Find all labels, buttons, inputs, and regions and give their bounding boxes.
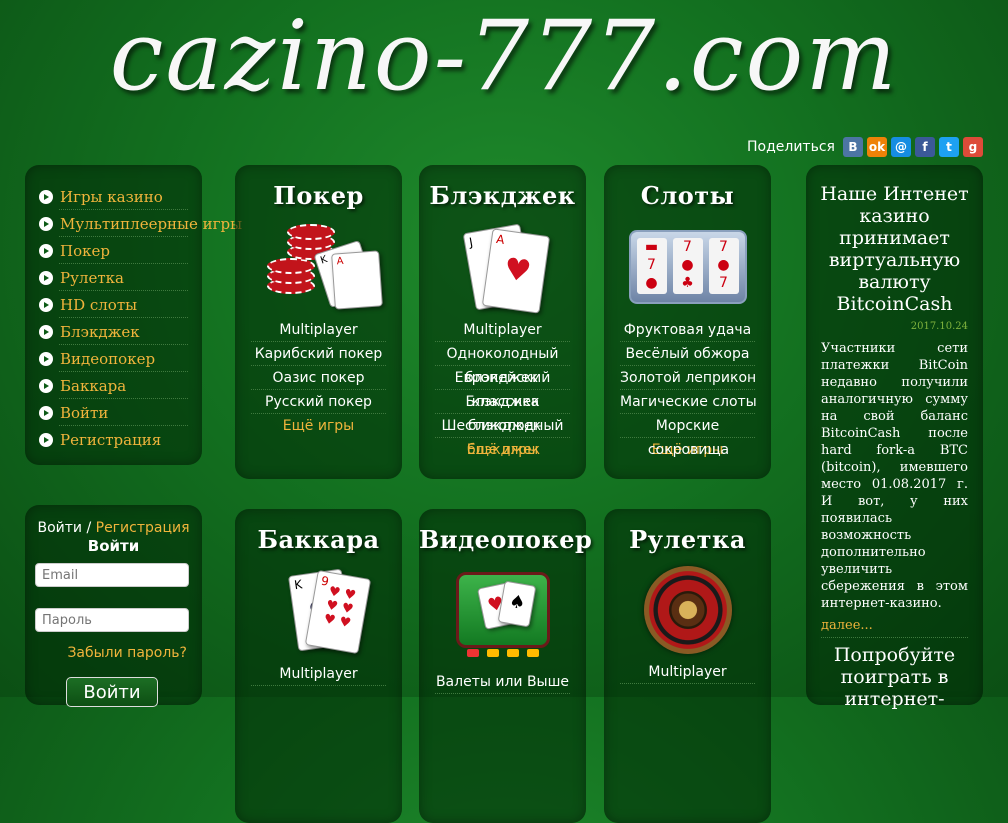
game-link[interactable]: Русский покер [251,390,386,414]
game-title[interactable]: Баккара [235,509,402,554]
login-separator: / [82,520,96,536]
game-link[interactable]: Магические слоты [620,390,757,414]
game-title[interactable]: Слоты [604,165,771,210]
sidebar-menu: Игры казино Мультиплеерные игры Покер Ру… [25,165,242,465]
read-more-link[interactable]: далее... [821,618,983,633]
login-button[interactable]: Войти [66,677,158,707]
googleplus-icon[interactable]: g [962,137,983,157]
bullet-arrow-icon [39,297,53,312]
game-link[interactable]: Multiplayer [620,660,755,684]
game-link[interactable]: Multiplayer [251,662,386,686]
game-title[interactable]: Блэкджек [419,165,586,210]
game-link-overlap[interactable]: Ещё игры сокровища [620,438,755,462]
game-title[interactable]: Рулетка [604,509,771,554]
password-field[interactable] [35,608,189,632]
game-link-overlap[interactable]: Блэкджек классика [435,390,570,414]
game-link[interactable]: Фруктовая удача [620,318,755,342]
game-link-overlap[interactable]: Европейский блэкджек [435,366,570,390]
bullet-arrow-icon [39,378,53,393]
menu-link[interactable]: Видеопокер [60,350,155,368]
game-title[interactable]: Видеопокер [419,509,592,554]
game-card-slots: Слоты ▬ 7 ● 7 ● ♣ 7 ● 7 Фруктовая удача Весёлы… [604,165,771,479]
roulette-wheel-image[interactable] [643,566,732,654]
menu-link[interactable]: Игры казино [60,188,163,206]
game-link[interactable]: блэкджек [433,366,570,390]
menu-item-hd-slots[interactable]: HD слоты [39,291,202,318]
mailru-icon[interactable]: @ [890,137,911,157]
game-link-overlap[interactable]: Ещё игры блэкджек [435,438,570,462]
game-link[interactable]: Карибский покер [251,342,386,366]
slot-machine-image[interactable]: ▬ 7 ● 7 ● ♣ 7 ● 7 [628,230,747,304]
bullet-arrow-icon [39,351,53,366]
poker-chips-image[interactable]: K A [259,224,383,310]
news-date: 2017.10.24 [910,321,968,332]
odnoklassniki-icon[interactable]: ok [866,137,887,157]
game-link[interactable]: Одноколодный [435,342,570,366]
game-card-blackjack: Блэкджек J♠ A♥ Multiplayer Одноколодный … [419,165,586,479]
menu-link[interactable]: Баккара [60,377,126,395]
menu-item-login[interactable]: Войти [39,399,202,426]
login-link[interactable]: Войти [37,520,82,536]
menu-item-multiplayer[interactable]: Мультиплеерные игры [39,210,242,237]
game-card-poker: Покер K A Multiplayer Карибский покер Оа… [235,165,402,479]
game-link[interactable]: сокровища [622,438,755,462]
bullet-arrow-icon [39,270,53,285]
login-panel: Войти / Регистрация Войти Забыли пароль?… [25,505,202,707]
bullet-arrow-icon [39,324,53,339]
game-link[interactable]: Золотой леприкон [620,366,756,390]
game-link[interactable]: Multiplayer [435,318,570,342]
news-title-2[interactable]: Попробуйте поиграть в интернет- [806,638,983,710]
menu-link[interactable]: Блэкджек [60,323,140,341]
menu-item-videopoker[interactable]: Видеопокер [39,345,202,372]
share-label: Поделиться [747,139,835,155]
bullet-arrow-icon [39,189,53,204]
share-bar: Поделиться B ok @ f t g [747,137,983,157]
menu-link[interactable]: Мультиплеерные игры [60,215,242,233]
register-link[interactable]: Регистрация [96,520,190,536]
game-card-roulette: Рулетка Multiplayer [604,509,771,823]
menu-link[interactable]: Покер [60,242,110,260]
game-link-overlap[interactable]: Шестиколодный блэкджек [435,414,570,438]
menu-item-baccarat[interactable]: Баккара [39,372,202,399]
game-link[interactable]: Валеты или Выше [435,670,570,694]
game-link[interactable]: Multiplayer [251,318,386,342]
login-title: Войти [87,537,140,555]
twitter-icon[interactable]: t [938,137,959,157]
vk-icon[interactable]: B [842,137,863,157]
menu-item-poker[interactable]: Покер [39,237,202,264]
game-link[interactable]: Оазис покер [251,366,386,390]
bullet-arrow-icon [39,243,53,258]
menu-item-register[interactable]: Регистрация [39,426,202,453]
game-link[interactable]: Весёлый обжора [620,342,755,366]
login-header: Войти / Регистрация [25,520,202,536]
menu-link[interactable]: Рулетка [60,269,124,287]
game-link[interactable]: блэкджек [439,414,570,438]
menu-link[interactable]: Войти [60,404,108,422]
site-logo[interactable]: cazino-777.com [0,8,1008,104]
menu-item-roulette[interactable]: Рулетка [39,264,202,291]
game-card-baccarat: Баккара K♚ 9♥ ♥♥ ♥♥ ♥ Multiplayer [235,509,402,823]
baccarat-cards-image[interactable]: K♚ 9♥ ♥♥ ♥♥ ♥ [259,568,379,655]
menu-link[interactable]: HD слоты [60,296,137,314]
game-link[interactable]: блэкджек [437,438,570,462]
news-title[interactable]: Наше Интенет казино принимает виртуальну… [806,165,983,315]
news-text: Участники сети платежки BitCoin недавно … [821,341,968,611]
facebook-icon[interactable]: f [914,137,935,157]
menu-link[interactable]: Регистрация [60,431,161,449]
videopoker-machine-image[interactable]: ♥ ♠ [455,572,550,657]
email-field[interactable] [35,563,189,587]
more-games-link[interactable]: Ещё игры [251,414,386,438]
menu-item-casino-games[interactable]: Игры казино [39,183,202,210]
game-title[interactable]: Покер [235,165,402,210]
bullet-arrow-icon [39,432,53,447]
bullet-arrow-icon [39,216,53,231]
menu-item-blackjack[interactable]: Блэкджек [39,318,202,345]
game-link[interactable]: Морские [620,414,755,438]
bullet-arrow-icon [39,405,53,420]
news-panel: Наше Интенет казино принимает виртуальну… [806,165,983,710]
forgot-password-link[interactable]: Забыли пароль? [25,645,187,661]
game-link[interactable]: классика [441,390,570,414]
game-card-videopoker: Видеопокер ♥ ♠ Валеты или Выше [419,509,592,823]
blackjack-cards-image[interactable]: J♠ A♥ [443,223,563,314]
